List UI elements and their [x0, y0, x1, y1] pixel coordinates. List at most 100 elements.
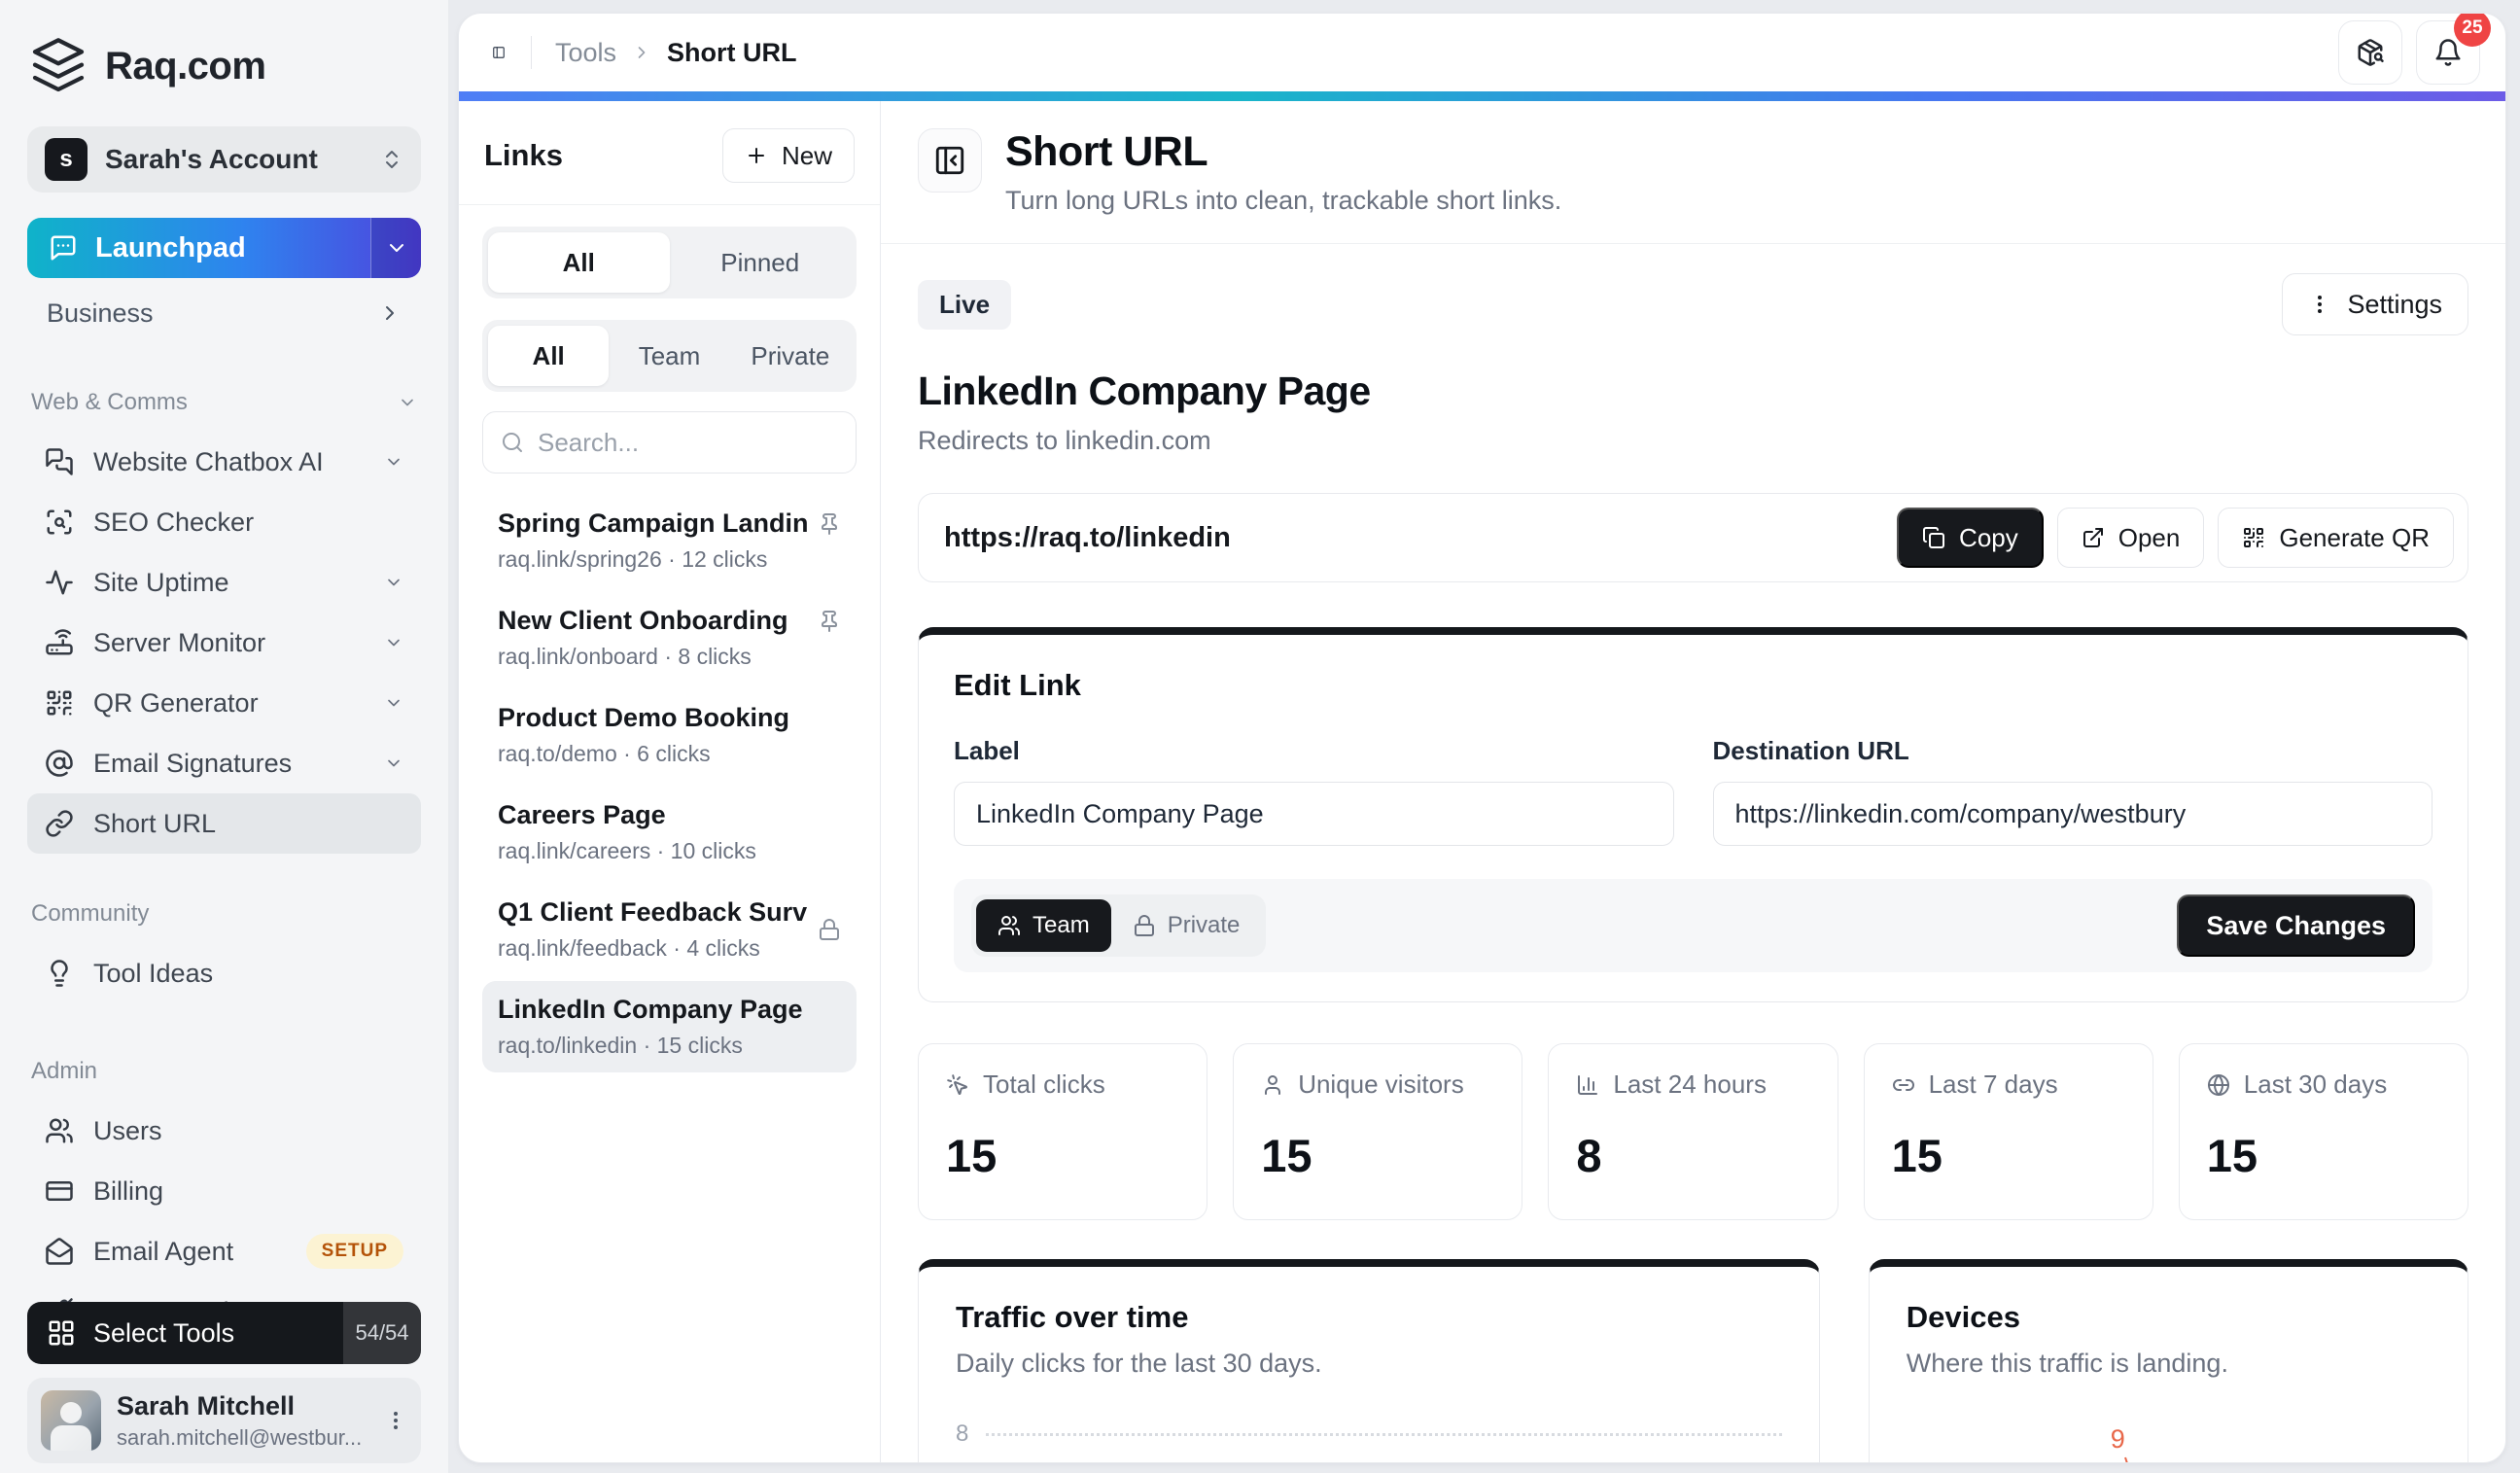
brand: Raq.com	[27, 35, 421, 97]
panel-left-toggle-icon[interactable]	[484, 38, 513, 67]
chevron-down-icon	[384, 693, 403, 713]
section-label: Web & Comms	[31, 389, 188, 416]
content: Short URL Turn long URLs into clean, tra…	[881, 101, 2505, 1462]
select-tools-main[interactable]: Select Tools	[27, 1302, 343, 1364]
user-card[interactable]: Sarah Mitchell sarah.mitchell@westbur...	[27, 1378, 421, 1463]
account-switcher[interactable]: s Sarah's Account	[27, 126, 421, 193]
gridline	[986, 1433, 1781, 1436]
chevrons-up-down-icon	[380, 148, 403, 171]
sidebar-item-server-monitor[interactable]: Server Monitor	[27, 613, 421, 673]
sidebar-item-email-signatures[interactable]: Email Signatures	[27, 733, 421, 793]
filter-tabs: All Pinned	[482, 227, 857, 298]
sidebar-item-short-url[interactable]: Short URL	[27, 793, 421, 854]
select-tools-button[interactable]: Select Tools 54/54	[27, 1302, 421, 1364]
sidebar-item-business[interactable]: Business	[27, 292, 421, 334]
visibility-private-option[interactable]: Private	[1111, 899, 1262, 952]
sidebar-bottom: Select Tools 54/54 Sarah Mitchell sarah.…	[27, 1302, 421, 1463]
generate-qr-button[interactable]: Generate QR	[2218, 508, 2454, 568]
tool-header: Short URL Turn long URLs into clean, tra…	[918, 128, 2468, 216]
sidebar-item-seo-checker[interactable]: SEO Checker	[27, 492, 421, 552]
user-meta: Sarah Mitchell sarah.mitchell@westbur...	[117, 1391, 368, 1451]
link-subtitle: Redirects to linkedin.com	[918, 426, 2468, 456]
pin-icon	[818, 512, 841, 536]
account-avatar: s	[45, 138, 88, 181]
search-icon	[501, 431, 524, 454]
new-link-button[interactable]: New	[722, 128, 855, 183]
destination-field-group: Destination URL	[1713, 736, 2433, 846]
label-field[interactable]	[954, 782, 1674, 846]
user-name: Sarah Mitchell	[117, 1391, 368, 1421]
lock-icon	[1133, 914, 1156, 937]
panel-left-close-icon	[933, 144, 966, 177]
breadcrumb-parent[interactable]: Tools	[555, 38, 616, 68]
community-nav: Tool Ideas	[27, 943, 421, 1003]
notifications-button[interactable]: 25	[2416, 20, 2480, 85]
links-panel-title: Links	[484, 138, 563, 173]
launchpad-button[interactable]: Launchpad	[27, 218, 421, 278]
at-sign-icon	[45, 749, 74, 778]
section-label: Admin	[31, 1058, 97, 1085]
links-panel: Links New All Pinned All Team	[459, 101, 881, 1462]
sidebar-item-billing[interactable]: Billing	[27, 1161, 421, 1221]
list-item[interactable]: Careers Page raq.link/careers · 10 click…	[482, 787, 857, 878]
destination-url-field[interactable]	[1713, 782, 2433, 846]
tab-scope-all[interactable]: All	[488, 326, 609, 386]
save-changes-button[interactable]: Save Changes	[2177, 894, 2415, 957]
edit-link-card: Edit Link Label Destination URL	[918, 627, 2468, 1002]
brand-name: Raq.com	[105, 45, 265, 88]
chevron-down-icon	[398, 393, 417, 412]
business-label: Business	[47, 298, 154, 329]
list-item-selected[interactable]: LinkedIn Company Page raq.to/linkedin · …	[482, 981, 857, 1072]
list-item[interactable]: Q1 Client Feedback Survey raq.link/feedb…	[482, 884, 857, 975]
sidebar-item-site-uptime[interactable]: Site Uptime	[27, 552, 421, 613]
settings-button[interactable]: Settings	[2282, 273, 2468, 335]
launchpad-expand-button[interactable]	[370, 218, 421, 278]
tab-all[interactable]: All	[488, 232, 670, 293]
tab-pinned[interactable]: Pinned	[670, 232, 852, 293]
sidebar-item-email-agent[interactable]: Email Agent SETUP	[27, 1221, 421, 1281]
open-button[interactable]: Open	[2057, 508, 2205, 568]
tool-tile	[918, 128, 982, 193]
list-item[interactable]: New Client Onboarding raq.link/onboard ·…	[482, 592, 857, 684]
stat-card-last-24-hours: Last 24 hours 8	[1548, 1043, 1838, 1220]
search-input[interactable]	[538, 428, 863, 458]
plus-icon	[745, 144, 768, 167]
stat-value: 8	[1576, 1129, 1809, 1182]
section-web-comms[interactable]: Web & Comms	[27, 389, 421, 416]
sidebar-item-website-chatbox-ai[interactable]: Website Chatbox AI	[27, 432, 421, 492]
activity-icon	[45, 568, 74, 597]
stats-row: Total clicks 15 Unique visitors 15	[918, 1043, 2468, 1220]
devices-card: Devices Where this traffic is landing. 9	[1869, 1259, 2468, 1463]
tab-scope-private[interactable]: Private	[730, 326, 851, 386]
external-link-icon	[2082, 526, 2105, 549]
package-search-button[interactable]	[2338, 20, 2402, 85]
notification-count-badge: 25	[2454, 13, 2491, 47]
user-email: sarah.mitchell@westbur...	[117, 1425, 368, 1451]
breadcrumb-current: Short URL	[667, 38, 796, 68]
chart-column-icon	[1576, 1073, 1599, 1097]
status-row: Live Settings	[918, 273, 2468, 335]
traffic-chart-gridline: 8	[956, 1420, 1782, 1448]
ellipsis-vertical-icon[interactable]	[384, 1409, 407, 1432]
search-box[interactable]	[482, 411, 857, 473]
stat-card-unique-visitors: Unique visitors 15	[1233, 1043, 1522, 1220]
short-url-bar: https://raq.to/linkedin Copy	[918, 493, 2468, 582]
layers-logo-icon	[27, 35, 89, 97]
chart-subtitle: Daily clicks for the last 30 days.	[956, 1349, 1782, 1379]
launchpad-main[interactable]: Launchpad	[27, 218, 370, 278]
copy-button[interactable]: Copy	[1897, 508, 2044, 568]
charts-row: Traffic over time Daily clicks for the l…	[918, 1259, 2468, 1463]
main-area: Tools Short URL 25	[448, 0, 2520, 1473]
visibility-team-option[interactable]: Team	[976, 899, 1111, 952]
list-item[interactable]: Spring Campaign Landing P... raq.link/sp…	[482, 495, 857, 586]
package-search-icon	[2356, 38, 2385, 67]
link-icon	[1892, 1073, 1915, 1097]
tab-scope-team[interactable]: Team	[609, 326, 729, 386]
traffic-over-time-card: Traffic over time Daily clicks for the l…	[918, 1259, 1820, 1463]
list-item[interactable]: Product Demo Booking raq.to/demo · 6 cli…	[482, 689, 857, 781]
sidebar-item-tool-ideas[interactable]: Tool Ideas	[27, 943, 421, 1003]
sidebar-item-users[interactable]: Users	[27, 1101, 421, 1161]
sidebar: Raq.com s Sarah's Account Launchpad Busi…	[0, 0, 448, 1473]
chevron-down-icon	[384, 452, 403, 472]
sidebar-item-qr-generator[interactable]: QR Generator	[27, 673, 421, 733]
